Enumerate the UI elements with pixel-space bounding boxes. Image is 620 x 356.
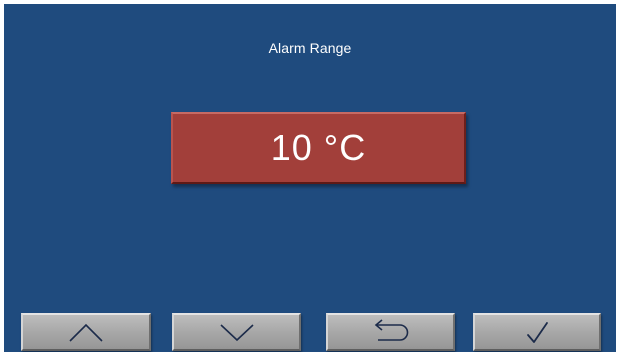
back-button[interactable] bbox=[326, 313, 455, 351]
chevron-up-icon bbox=[69, 323, 103, 342]
confirm-button[interactable] bbox=[473, 313, 601, 351]
alarm-range-value: 10 °C bbox=[270, 127, 367, 168]
return-arrow-icon bbox=[374, 319, 408, 341]
alarm-range-value-display[interactable]: 10 °C bbox=[171, 112, 466, 184]
increase-button[interactable] bbox=[21, 313, 151, 351]
alarm-range-screen: Alarm Range 10 °C bbox=[4, 4, 616, 352]
decrease-button[interactable] bbox=[172, 313, 301, 351]
page-title: Alarm Range bbox=[268, 40, 352, 56]
checkmark-icon bbox=[527, 322, 548, 343]
chevron-down-icon bbox=[219, 324, 254, 342]
